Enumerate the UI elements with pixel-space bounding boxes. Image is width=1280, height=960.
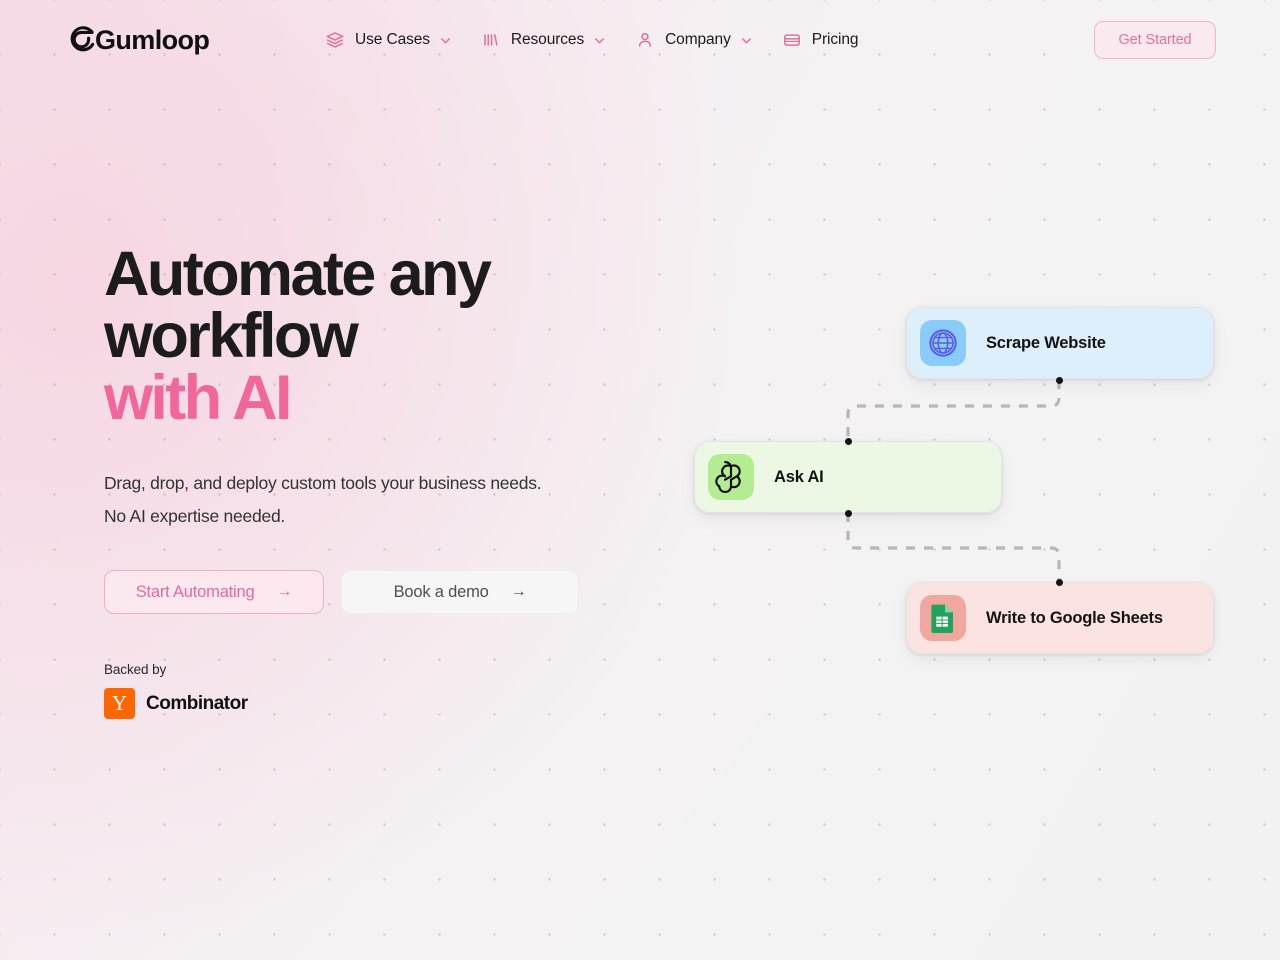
nav-item-resources[interactable]: Resources — [466, 22, 620, 58]
page-root: Gumloop Use Cases Resources Company Pric… — [0, 0, 1280, 960]
headline-accent: with AI — [104, 363, 293, 433]
get-started-button[interactable]: Get Started — [1094, 21, 1216, 59]
y-combinator-name: Combinator — [146, 692, 248, 714]
workflow-node-label: Scrape Website — [986, 333, 1106, 352]
book-a-demo-label: Book a demo — [393, 582, 489, 601]
brand-wordmark: Gumloop — [95, 25, 210, 55]
nav-item-pricing[interactable]: Pricing — [767, 22, 873, 58]
chevron-down-icon — [439, 34, 452, 47]
workflow-node-label: Write to Google Sheets — [986, 608, 1163, 627]
headline-line-1: Automate any — [104, 239, 492, 309]
nav-label-use-cases: Use Cases — [355, 31, 430, 48]
workflow-node-ask-ai[interactable]: Ask AI — [694, 441, 1002, 513]
arrow-right-icon: → — [510, 583, 527, 600]
port-sheets-input[interactable] — [1055, 578, 1063, 586]
backed-by-section: Backed by Y Combinator — [104, 662, 684, 719]
backed-by-label: Backed by — [104, 662, 167, 677]
gumloop-spiral-g-icon — [70, 26, 95, 52]
headline-line-2: workflow — [104, 301, 359, 371]
person-icon — [634, 29, 656, 51]
bar-lines-icon — [480, 29, 502, 51]
connector-scrape-to-askai — [846, 380, 1061, 441]
start-automating-label: Start Automating — [135, 582, 255, 601]
nav-item-use-cases[interactable]: Use Cases — [310, 22, 466, 58]
chevron-down-icon — [593, 34, 606, 47]
port-askai-output[interactable] — [844, 509, 852, 517]
nav-item-company[interactable]: Company — [620, 22, 767, 58]
port-askai-input[interactable] — [844, 437, 852, 445]
hero-subtext-line-1: Drag, drop, and deploy custom tools your… — [104, 473, 542, 493]
port-scrape-output[interactable] — [1055, 376, 1063, 384]
google-sheets-icon — [920, 595, 966, 641]
openai-logo-icon — [708, 454, 754, 500]
nav-label-resources: Resources — [510, 31, 585, 48]
workflow-node-scrape-website[interactable]: Scrape Website — [906, 307, 1214, 379]
y-combinator-mark-icon: Y — [104, 688, 135, 719]
connector-askai-to-sheets — [846, 513, 1061, 582]
site-header: Gumloop Use Cases Resources Company Pric… — [0, 0, 1280, 80]
nav-label-pricing: Pricing — [811, 31, 859, 48]
workflow-canvas: Scrape Website Ask AI Write to Google Sh… — [680, 280, 1240, 680]
layers-stack-icon — [324, 29, 346, 51]
hero-section: Automate any workflow with AI Drag, drop… — [104, 243, 684, 719]
main-navigation: Use Cases Resources Company Pricing — [310, 22, 872, 58]
book-a-demo-button[interactable]: Book a demo → — [341, 570, 579, 614]
hero-subtext: Drag, drop, and deploy custom tools your… — [104, 467, 684, 533]
nav-label-company: Company — [665, 31, 731, 48]
y-combinator-logo: Y Combinator — [104, 688, 684, 719]
credit-card-icon — [781, 29, 803, 51]
brand-logo[interactable]: Gumloop — [68, 24, 210, 56]
arrow-right-icon: → — [276, 583, 293, 600]
hero-subtext-line-2: No AI expertise needed. — [104, 506, 286, 526]
chevron-down-icon — [740, 34, 753, 47]
start-automating-button[interactable]: Start Automating → — [104, 570, 324, 614]
workflow-node-label: Ask AI — [774, 467, 824, 486]
hero-cta-row: Start Automating → Book a demo → — [104, 570, 684, 614]
workflow-node-write-google-sheets[interactable]: Write to Google Sheets — [906, 582, 1214, 654]
page-title: Automate any workflow with AI — [104, 239, 684, 433]
globe-icon — [920, 320, 966, 366]
